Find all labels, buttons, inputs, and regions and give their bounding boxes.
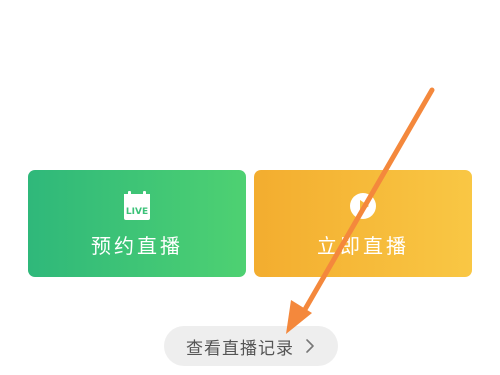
- view-history-label: 查看直播记录: [186, 338, 294, 359]
- calendar-live-icon: LIVE: [124, 191, 150, 220]
- live-start-icon: [350, 193, 376, 219]
- schedule-live-card[interactable]: LIVE 预约直播: [28, 170, 246, 277]
- schedule-live-label: 预约直播: [91, 234, 183, 258]
- start-live-card[interactable]: 立即直播: [254, 170, 472, 277]
- live-entry-page: LIVE 预约直播 立即直播 查看直播记录: [0, 0, 500, 375]
- start-live-label: 立即直播: [317, 234, 409, 258]
- calendar-live-text: LIVE: [126, 207, 148, 217]
- view-history-button[interactable]: 查看直播记录: [164, 326, 338, 366]
- chevron-right-icon: [306, 339, 314, 353]
